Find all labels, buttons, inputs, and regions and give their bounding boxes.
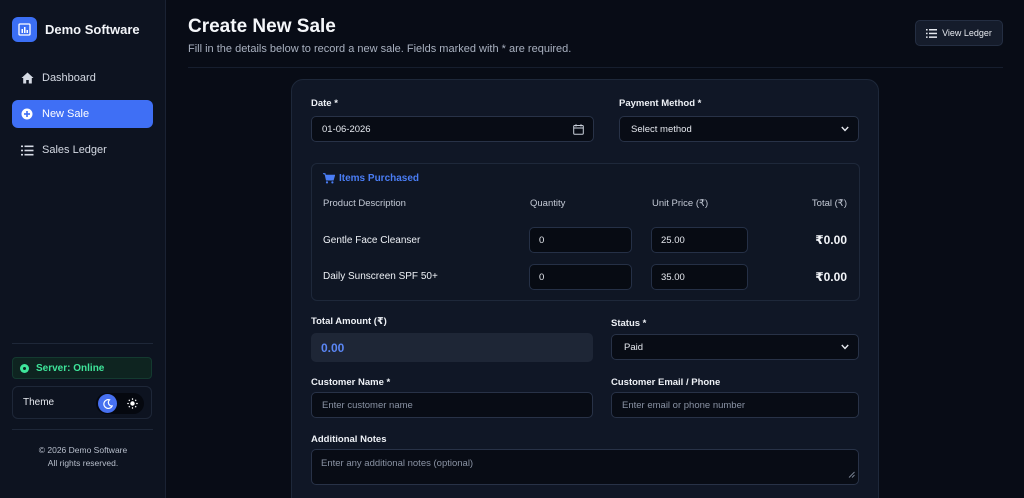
sidebar-item-label: New Sale <box>42 108 90 120</box>
notes-textarea[interactable]: Enter any additional notes (optional) <box>311 449 859 485</box>
unit-price-input[interactable]: 25.00 <box>651 227 748 253</box>
total-amount-display: 0.00 <box>311 333 593 362</box>
sidebar-divider <box>12 429 153 430</box>
total-amount-value: 0.00 <box>321 340 345 355</box>
customer-contact-placeholder: Enter email or phone number <box>622 399 746 411</box>
row-total: ₹0.00 <box>815 270 847 284</box>
sidebar: Demo Software Dashboard New Sale Sales L… <box>0 0 166 498</box>
server-status-badge: Server: Online <box>12 357 152 379</box>
unit-price-input[interactable]: 35.00 <box>651 264 748 290</box>
customer-contact-label: Customer Email / Phone <box>611 377 721 388</box>
customer-name-placeholder: Enter customer name <box>322 399 413 411</box>
items-title-text: Items Purchased <box>339 173 420 184</box>
theme-label: Theme <box>23 397 55 408</box>
total-amount-label: Total Amount (₹) <box>311 316 387 327</box>
status-label: Status * <box>611 318 647 329</box>
sun-icon[interactable] <box>123 394 142 413</box>
sidebar-item-label: Sales Ledger <box>42 144 107 156</box>
new-sale-form: Date * 01-06-2026 Payment Method * Selec… <box>291 79 879 498</box>
app-name: Demo Software <box>45 22 140 37</box>
list-icon <box>926 28 938 38</box>
chevron-down-icon <box>841 344 849 350</box>
status-dot-icon <box>20 363 29 373</box>
sidebar-item-sales-ledger[interactable]: Sales Ledger <box>12 136 153 164</box>
unit-price-value: 25.00 <box>661 234 685 246</box>
view-ledger-button[interactable]: View Ledger <box>915 20 1003 46</box>
date-label: Date * <box>311 98 338 109</box>
theme-toggle[interactable] <box>96 393 144 414</box>
item-name: Gentle Face Cleanser <box>323 235 421 246</box>
theme-switcher: Theme <box>12 386 152 419</box>
page-title: Create New Sale <box>188 16 336 37</box>
status-select[interactable]: Paid <box>611 334 859 360</box>
payment-method-value: Select method <box>631 123 692 135</box>
copyright-line: All rights reserved. <box>47 458 119 468</box>
header-divider <box>188 67 1003 68</box>
column-header-total: Total (₹) <box>811 198 847 209</box>
sidebar-item-dashboard[interactable]: Dashboard <box>12 64 153 92</box>
plus-circle-icon <box>20 107 34 121</box>
quantity-value: 0 <box>539 234 545 246</box>
column-header-unit-price: Unit Price (₹) <box>652 198 709 209</box>
chevron-down-icon <box>841 126 849 132</box>
quantity-value: 0 <box>539 271 545 283</box>
column-header-product: Product Description <box>323 198 406 209</box>
sidebar-item-label: Dashboard <box>42 72 96 84</box>
copyright: © 2026 Demo Software All rights reserved… <box>0 444 166 470</box>
date-input[interactable]: 01-06-2026 <box>311 116 594 142</box>
copyright-line: © 2026 Demo Software <box>38 445 128 455</box>
brand[interactable]: Demo Software <box>12 17 140 42</box>
status-value: Paid <box>624 341 644 353</box>
resize-handle-icon[interactable] <box>848 470 855 481</box>
notes-label: Additional Notes <box>311 434 387 445</box>
quantity-input[interactable]: 0 <box>529 227 632 253</box>
sidebar-item-new-sale[interactable]: New Sale <box>12 100 153 128</box>
customer-name-label: Customer Name * <box>311 377 391 388</box>
item-name: Daily Sunscreen SPF 50+ <box>323 271 438 282</box>
payment-method-select[interactable]: Select method <box>619 116 859 142</box>
sidebar-nav: Dashboard New Sale Sales Ledger <box>12 64 153 172</box>
unit-price-value: 35.00 <box>661 271 685 283</box>
payment-method-label: Payment Method * <box>619 98 702 109</box>
quantity-input[interactable]: 0 <box>529 264 632 290</box>
date-value: 01-06-2026 <box>322 123 371 135</box>
cart-icon <box>323 173 335 184</box>
home-icon <box>20 71 34 85</box>
view-ledger-label: View Ledger <box>942 28 992 38</box>
calendar-icon[interactable] <box>573 124 584 135</box>
column-header-quantity: Quantity <box>530 198 566 209</box>
items-title: Items Purchased <box>323 173 419 184</box>
chart-logo-icon <box>12 17 37 42</box>
sidebar-divider <box>12 343 153 344</box>
items-purchased-section: Items Purchased Product Description Quan… <box>311 163 860 301</box>
customer-contact-input[interactable]: Enter email or phone number <box>611 392 859 418</box>
page-subtitle: Fill in the details below to record a ne… <box>188 43 572 55</box>
notes-placeholder: Enter any additional notes (optional) <box>321 458 474 469</box>
server-status-text: Server: Online <box>36 362 105 374</box>
row-total: ₹0.00 <box>815 233 847 247</box>
moon-icon[interactable] <box>98 394 117 413</box>
list-icon <box>20 143 34 157</box>
customer-name-input[interactable]: Enter customer name <box>311 392 593 418</box>
